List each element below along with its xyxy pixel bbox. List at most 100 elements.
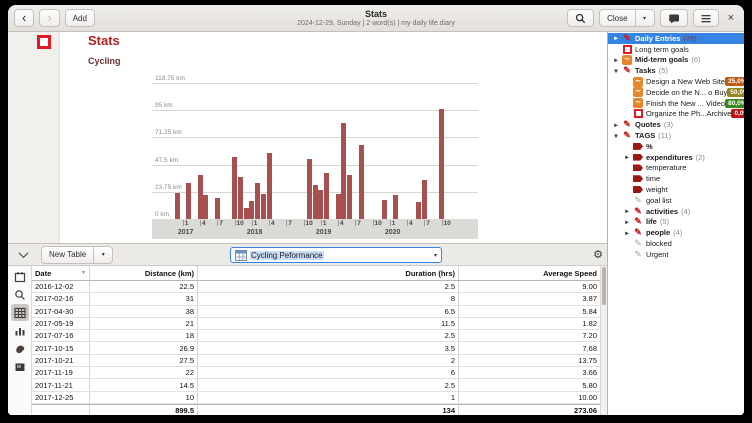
table-cell[interactable]: 21: [90, 318, 198, 329]
sidebar-item-organize-the-ph-archive[interactable]: Organize the Ph...Archive0,0%: [608, 109, 744, 120]
expander-expanded-icon[interactable]: ▾: [611, 132, 621, 140]
expander-collapsed-icon[interactable]: ▸: [622, 229, 632, 237]
sidebar-item-tasks[interactable]: ▾✎Tasks(5): [608, 65, 744, 76]
sidebar-item-life[interactable]: ▸✎life(5): [608, 217, 744, 228]
search-tool-button[interactable]: [11, 286, 29, 303]
table-cell[interactable]: 10.00: [459, 392, 600, 403]
sidebar-item-activities[interactable]: ▸✎activities(4): [608, 206, 744, 217]
table-row[interactable]: 2016-12-0222.52.59.00: [32, 281, 600, 293]
table-cell[interactable]: 22.5: [90, 281, 198, 292]
sidebar-item-daily-entries[interactable]: ▸✎Daily Entries(78): [608, 33, 744, 44]
sidebar-item-people[interactable]: ▸✎people(4): [608, 227, 744, 238]
calendar-tool-button[interactable]: [11, 268, 29, 285]
entry-todo-checkbox[interactable]: [37, 35, 51, 49]
table-row[interactable]: 2017-07-16182.57.20: [32, 330, 600, 342]
table-cell[interactable]: 2017-04-30: [32, 306, 90, 317]
new-table-button[interactable]: New Table: [41, 246, 93, 264]
sidebar-item-temperature[interactable]: temperature: [608, 163, 744, 174]
table-cell[interactable]: 6: [198, 367, 459, 378]
column-header-date[interactable]: Date▼: [32, 266, 90, 280]
table-cell[interactable]: 38: [90, 306, 198, 317]
expander-collapsed-icon[interactable]: ▸: [611, 121, 621, 129]
sidebar-item-finish-the-new-video[interactable]: ~Finish the New ... Video80,0%: [608, 98, 744, 109]
scrollbar-thumb[interactable]: [602, 267, 606, 305]
table-cell[interactable]: 22: [90, 367, 198, 378]
window-close-button[interactable]: ×: [724, 12, 738, 24]
column-header-duration-hrs[interactable]: Duration (hrs): [198, 266, 459, 280]
table-cell[interactable]: 3.66: [459, 367, 600, 378]
table-cell[interactable]: 2016-12-02: [32, 281, 90, 292]
expander-collapsed-icon[interactable]: ▸: [622, 153, 632, 161]
table-cell[interactable]: 13.75: [459, 355, 600, 366]
table-cell[interactable]: 26.9: [90, 342, 198, 353]
new-table-dropdown-button[interactable]: ▾: [93, 246, 113, 264]
table-row[interactable]: 2017-12-2510110.00: [32, 392, 600, 404]
column-header-average-speed[interactable]: Average Speed: [459, 266, 600, 280]
table-cell[interactable]: 1: [198, 392, 459, 403]
expander-collapsed-icon[interactable]: ▸: [622, 207, 632, 215]
sidebar-item-quotes[interactable]: ▸✎Quotes(3): [608, 119, 744, 130]
table-cell[interactable]: 31: [90, 293, 198, 304]
sidebar-item-mid-term-goals[interactable]: ▸~Mid-term goals(6): [608, 55, 744, 66]
table-cell[interactable]: 5.84: [459, 306, 600, 317]
table-cell[interactable]: 6.5: [198, 306, 459, 317]
table-settings-button[interactable]: ⚙: [593, 248, 603, 261]
table-cell[interactable]: 7.20: [459, 330, 600, 341]
sidebar-item-urgent[interactable]: ✎Urgent: [608, 249, 744, 260]
table-cell[interactable]: 18: [90, 330, 198, 341]
table-tool-button[interactable]: [11, 304, 29, 321]
expander-collapsed-icon[interactable]: ▸: [622, 218, 632, 226]
table-cell[interactable]: 2017-10-21: [32, 355, 90, 366]
media-tool-button[interactable]: [11, 358, 29, 375]
sidebar-item-expenditures[interactable]: ▸expenditures(2): [608, 152, 744, 163]
table-cell[interactable]: 2017-05-19: [32, 318, 90, 329]
table-cell[interactable]: 14.5: [90, 379, 198, 390]
table-cell[interactable]: 2.5: [198, 330, 459, 341]
table-cell[interactable]: 11.5: [198, 318, 459, 329]
column-header-distance-km[interactable]: Distance (km): [90, 266, 198, 280]
table-cell[interactable]: 8: [198, 293, 459, 304]
sidebar-item-long-term-goals[interactable]: Long term goals: [608, 44, 744, 55]
table-row[interactable]: 2017-11-2114.52.55.80: [32, 379, 600, 391]
sidebar-item-goal-list[interactable]: ✎goal list: [608, 195, 744, 206]
table-cell[interactable]: 10: [90, 392, 198, 403]
expander-expanded-icon[interactable]: ▾: [611, 67, 621, 75]
table-cell[interactable]: 2017-12-25: [32, 392, 90, 403]
table-cell[interactable]: 1.82: [459, 318, 600, 329]
menu-button[interactable]: [693, 9, 719, 27]
sidebar-item-decide-on-the-n-o-buy[interactable]: ~Decide on the N... o Buy50,0%: [608, 87, 744, 98]
table-row[interactable]: 2017-02-163183.87: [32, 293, 600, 305]
table-cell[interactable]: 27.5: [90, 355, 198, 366]
table-row[interactable]: 2017-04-30386.55.84: [32, 306, 600, 318]
entry-editor[interactable]: Stats Cycling 0 km23.75 km47.5 km71.25 k…: [8, 32, 607, 243]
table-cell[interactable]: 9.00: [459, 281, 600, 292]
table-row[interactable]: 2017-10-2127.5213.75: [32, 355, 600, 367]
table-row[interactable]: 2017-11-192263.66: [32, 367, 600, 379]
table-cell[interactable]: 2017-07-16: [32, 330, 90, 341]
sidebar-item-%[interactable]: %: [608, 141, 744, 152]
collapse-pane-button[interactable]: [12, 246, 35, 264]
table-row[interactable]: 2017-05-192111.51.82: [32, 318, 600, 330]
table-cell[interactable]: 2017-10-15: [32, 342, 90, 353]
sidebar-item-time[interactable]: time: [608, 173, 744, 184]
paint-tool-button[interactable]: [11, 340, 29, 357]
sidebar-item-design-a-new-web-site[interactable]: ~Design a New Web Site25,0%: [608, 76, 744, 87]
table-cell[interactable]: 2017-11-19: [32, 367, 90, 378]
table-cell[interactable]: 3.5: [198, 342, 459, 353]
table-cell[interactable]: 2.5: [198, 281, 459, 292]
back-button[interactable]: ‹: [14, 9, 34, 27]
close-dropdown-button[interactable]: ▾: [635, 9, 655, 27]
table-cell[interactable]: 7.68: [459, 342, 600, 353]
table-cell[interactable]: 2017-11-21: [32, 379, 90, 390]
table-cell[interactable]: 5.80: [459, 379, 600, 390]
add-entry-button[interactable]: Add: [65, 9, 95, 27]
forward-button[interactable]: ›: [39, 9, 59, 27]
table-scrollbar[interactable]: [600, 266, 607, 415]
table-cell[interactable]: 2017-02-16: [32, 293, 90, 304]
sidebar-item-blocked[interactable]: ✎blocked: [608, 238, 744, 249]
table-row[interactable]: 2017-10-1526.93.57.68: [32, 342, 600, 354]
sidebar-item-tags[interactable]: ▾✎TAGS(11): [608, 130, 744, 141]
table-cell[interactable]: 2.5: [198, 379, 459, 390]
expander-collapsed-icon[interactable]: ▸: [611, 56, 621, 64]
table-cell[interactable]: 2: [198, 355, 459, 366]
